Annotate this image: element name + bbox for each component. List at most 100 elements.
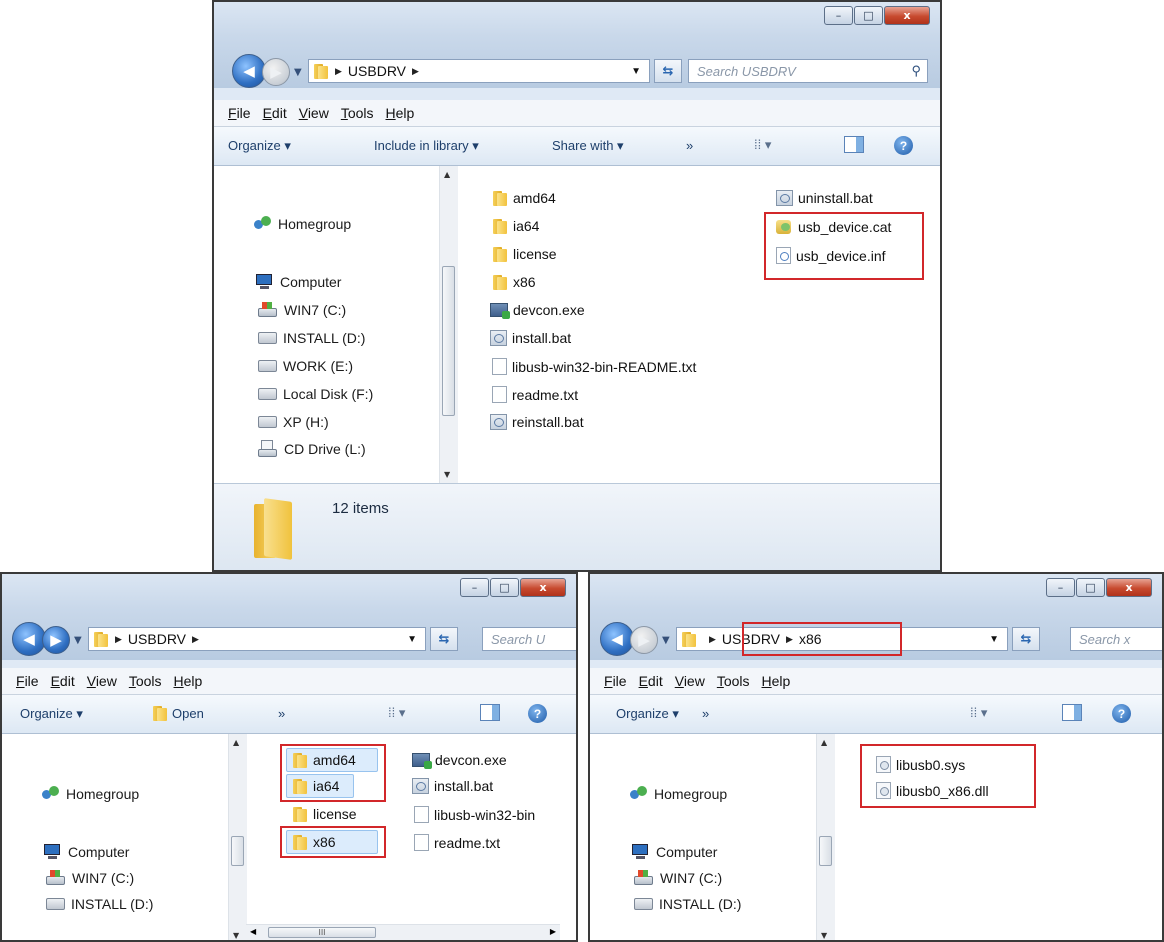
- menu-help[interactable]: Help: [174, 673, 203, 689]
- nav-drive-e[interactable]: WORK (E:): [258, 358, 353, 374]
- address-bar[interactable]: ▶ USBDRV ▶ ▼: [308, 59, 650, 83]
- preview-pane-icon[interactable]: [480, 704, 500, 721]
- file-item[interactable]: devcon.exe: [490, 302, 585, 319]
- nav-computer[interactable]: Computer: [630, 844, 717, 860]
- address-bar[interactable]: ▶ USBDRV ▶ ▼: [88, 627, 426, 651]
- organize-button[interactable]: Organize ▾: [616, 706, 679, 722]
- scrollbar-thumb[interactable]: [231, 836, 244, 866]
- recent-pages-dropdown[interactable]: ▼: [74, 635, 82, 646]
- file-item[interactable]: libusb-win32-bin: [414, 806, 535, 823]
- nav-homegroup[interactable]: Homegroup: [254, 216, 351, 232]
- nav-drive-c[interactable]: WIN7 (C:): [258, 302, 346, 318]
- address-dropdown-icon[interactable]: ▼: [989, 634, 999, 645]
- refresh-button[interactable]: ⇆: [654, 59, 682, 83]
- more-commands-button[interactable]: »: [686, 138, 693, 153]
- menu-help[interactable]: Help: [386, 105, 415, 121]
- file-item[interactable]: readme.txt: [414, 834, 500, 851]
- close-button[interactable]: x: [1106, 578, 1152, 597]
- menu-file[interactable]: File: [16, 673, 39, 689]
- file-item[interactable]: libusb-win32-bin-README.txt: [492, 358, 696, 375]
- organize-button[interactable]: Organize ▾: [20, 706, 83, 722]
- nav-computer[interactable]: Computer: [42, 844, 129, 860]
- nav-drive-f[interactable]: Local Disk (F:): [258, 386, 373, 402]
- file-item[interactable]: install.bat: [412, 778, 493, 794]
- file-item[interactable]: ia64: [492, 218, 539, 234]
- nav-drive-d[interactable]: INSTALL (D:): [46, 896, 153, 912]
- nav-computer[interactable]: Computer: [254, 274, 341, 290]
- nav-drive-h[interactable]: XP (H:): [258, 414, 329, 430]
- back-button[interactable]: ◀: [232, 54, 266, 88]
- help-icon[interactable]: ?: [1112, 704, 1131, 723]
- menu-edit[interactable]: Edit: [263, 105, 287, 121]
- change-view-icon[interactable]: ⁞⁞ ▾: [754, 137, 771, 153]
- nav-homegroup[interactable]: Homegroup: [42, 786, 139, 802]
- file-item[interactable]: readme.txt: [492, 386, 578, 403]
- change-view-icon[interactable]: ⁞⁞ ▾: [970, 705, 987, 721]
- file-item[interactable]: install.bat: [490, 330, 571, 346]
- nav-scrollbar[interactable]: ▲ ▼: [228, 734, 247, 940]
- back-button[interactable]: ◀: [600, 622, 634, 656]
- more-commands-button[interactable]: »: [702, 706, 709, 721]
- breadcrumb-usbdrv[interactable]: USBDRV: [348, 63, 406, 79]
- close-button[interactable]: x: [520, 578, 566, 597]
- nav-drive-c[interactable]: WIN7 (C:): [46, 870, 134, 886]
- help-icon[interactable]: ?: [894, 136, 913, 155]
- recent-pages-dropdown[interactable]: ▼: [294, 67, 302, 78]
- menu-file[interactable]: File: [228, 105, 251, 121]
- help-icon[interactable]: ?: [528, 704, 547, 723]
- back-button[interactable]: ◀: [12, 622, 46, 656]
- menu-view[interactable]: View: [87, 673, 117, 689]
- scroll-up-icon[interactable]: ▲: [444, 170, 450, 179]
- forward-button[interactable]: ▶: [262, 58, 290, 86]
- nav-drive-c[interactable]: WIN7 (C:): [634, 870, 722, 886]
- scroll-up-icon[interactable]: ▲: [821, 738, 827, 747]
- preview-pane-icon[interactable]: [1062, 704, 1082, 721]
- scroll-right-icon[interactable]: ▶: [550, 927, 556, 936]
- menu-view[interactable]: View: [675, 673, 705, 689]
- organize-button[interactable]: Organize ▾: [228, 138, 291, 154]
- preview-pane-icon[interactable]: [844, 136, 864, 153]
- nav-scrollbar[interactable]: ▲ ▼: [439, 166, 458, 483]
- address-dropdown-icon[interactable]: ▼: [631, 66, 641, 77]
- nav-scrollbar[interactable]: ▲ ▼: [816, 734, 835, 940]
- refresh-button[interactable]: ⇆: [1012, 627, 1040, 651]
- menu-edit[interactable]: Edit: [639, 673, 663, 689]
- file-item[interactable]: x86: [492, 274, 536, 290]
- menu-tools[interactable]: Tools: [717, 673, 750, 689]
- change-view-icon[interactable]: ⁞⁞ ▾: [388, 705, 405, 721]
- forward-button[interactable]: ▶: [630, 626, 658, 654]
- share-with-button[interactable]: Share with ▾: [552, 138, 624, 154]
- file-item[interactable]: uninstall.bat: [776, 190, 873, 206]
- refresh-button[interactable]: ⇆: [430, 627, 458, 651]
- breadcrumb-usbdrv[interactable]: USBDRV: [128, 631, 186, 647]
- hscroll-thumb[interactable]: III: [268, 927, 376, 938]
- menu-tools[interactable]: Tools: [341, 105, 374, 121]
- horizontal-scrollbar[interactable]: ◀ III ▶: [246, 924, 560, 940]
- scrollbar-thumb[interactable]: [819, 836, 832, 866]
- scroll-down-icon[interactable]: ▼: [233, 931, 239, 940]
- menu-tools[interactable]: Tools: [129, 673, 162, 689]
- file-item[interactable]: reinstall.bat: [490, 414, 584, 430]
- nav-homegroup[interactable]: Homegroup: [630, 786, 727, 802]
- include-in-library-button[interactable]: Include in library ▾: [374, 138, 479, 154]
- scroll-left-icon[interactable]: ◀: [250, 927, 256, 936]
- minimize-button[interactable]: –: [824, 6, 853, 25]
- menu-view[interactable]: View: [299, 105, 329, 121]
- file-item[interactable]: devcon.exe: [412, 752, 507, 769]
- search-input[interactable]: Search x: [1070, 627, 1162, 651]
- nav-drive-l[interactable]: CD Drive (L:): [258, 440, 366, 458]
- scroll-down-icon[interactable]: ▼: [821, 931, 827, 940]
- file-item[interactable]: license: [492, 246, 557, 262]
- file-item[interactable]: license: [292, 806, 357, 822]
- address-dropdown-icon[interactable]: ▼: [407, 634, 417, 645]
- maximize-button[interactable]: □: [854, 6, 883, 25]
- search-input[interactable]: Search U: [482, 627, 576, 651]
- forward-button[interactable]: ▶: [42, 626, 70, 654]
- file-item[interactable]: amd64: [492, 190, 556, 206]
- open-button[interactable]: Open: [152, 706, 204, 721]
- menu-help[interactable]: Help: [762, 673, 791, 689]
- recent-pages-dropdown[interactable]: ▼: [662, 635, 670, 646]
- scroll-down-icon[interactable]: ▼: [444, 470, 450, 479]
- minimize-button[interactable]: –: [1046, 578, 1075, 597]
- maximize-button[interactable]: □: [1076, 578, 1105, 597]
